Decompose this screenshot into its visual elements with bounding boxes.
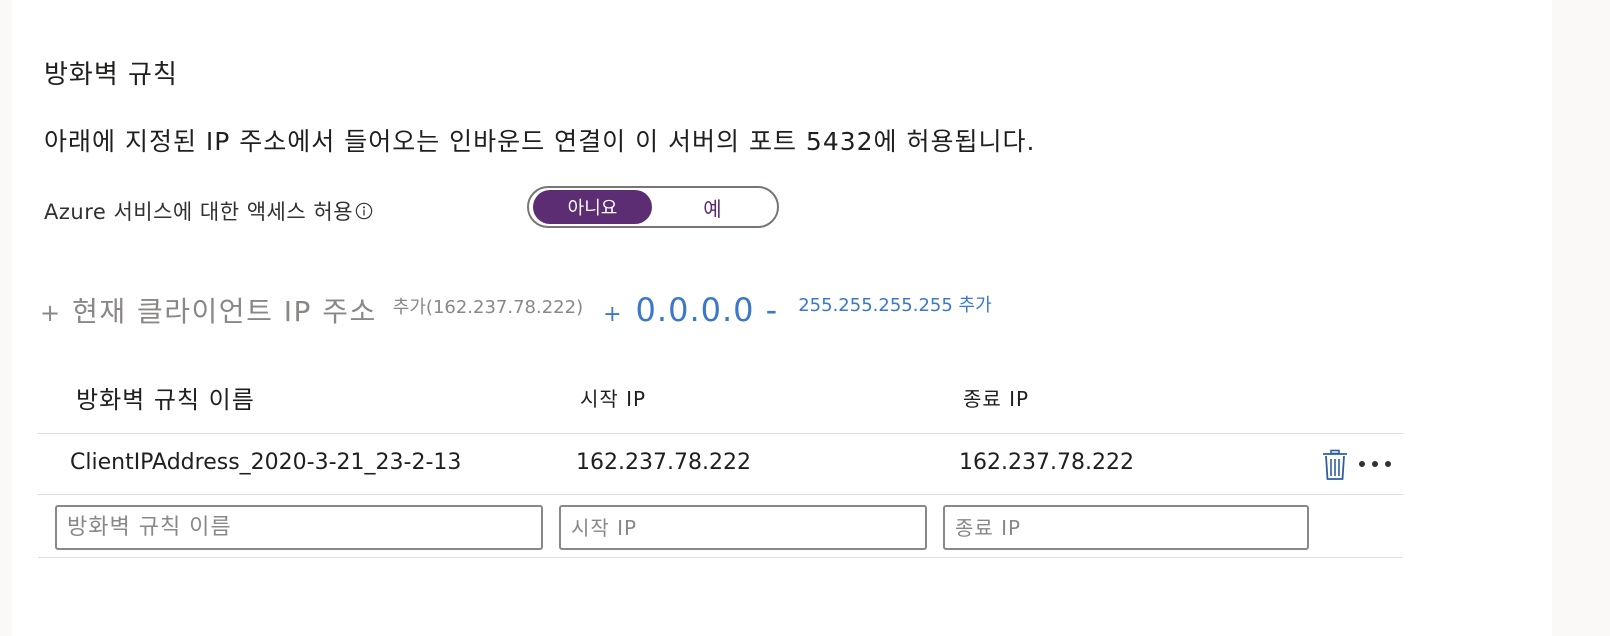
more-options-icon[interactable] (1358, 456, 1392, 472)
table-divider (38, 433, 1403, 434)
table-divider (38, 494, 1403, 495)
firewall-rules-panel: 방화벽 규칙 아래에 지정된 IP 주소에서 들어오는 인바운드 연결이 이 서… (0, 0, 1610, 636)
toggle-option-no[interactable]: 아니요 (533, 190, 653, 224)
toggle-option-yes[interactable]: 예 (652, 190, 773, 224)
table-divider (38, 557, 1403, 558)
column-header-start-ip: 시작 IP (580, 387, 647, 411)
rule-name-cell: ClientIPAddress_2020-3-21_23-2-13 (70, 450, 462, 475)
add-rule-actions: + 현재 클라이언트 IP 주소 추가(162.237.78.222) + 0.… (40, 290, 992, 330)
add-ip-range-sublabel: 255.255.255.255 추가 (798, 295, 992, 316)
column-header-rule-name: 방화벽 규칙 이름 (76, 386, 255, 414)
add-current-client-ip-sublabel: 추가(162.237.78.222) (392, 297, 584, 318)
plus-icon: + (40, 299, 61, 327)
info-icon[interactable] (355, 202, 373, 220)
azure-access-label: Azure 서비스에 대한 액세스 허용 (44, 200, 354, 224)
add-current-client-ip-label: 현재 클라이언트 IP 주소 (72, 295, 377, 328)
plus-icon: + (603, 302, 622, 327)
end-ip-cell: 162.237.78.222 (959, 450, 1134, 475)
add-ip-range-label: 0.0.0.0 - (635, 291, 779, 329)
column-header-end-ip: 종료 IP (963, 387, 1030, 411)
trash-icon[interactable] (1322, 449, 1348, 481)
start-ip-cell: 162.237.78.222 (576, 450, 751, 475)
add-ip-range-button[interactable]: + 0.0.0.0 - 255.255.255.255 추가 (603, 291, 992, 329)
azure-access-toggle[interactable]: 아니요 예 (527, 186, 779, 228)
new-rule-name-input[interactable] (55, 505, 543, 550)
add-current-client-ip-button[interactable]: + 현재 클라이언트 IP 주소 추가(162.237.78.222) (40, 290, 583, 330)
azure-access-label-row: Azure 서비스에 대한 액세스 허용 (44, 196, 373, 226)
new-start-ip-input[interactable] (559, 505, 927, 550)
section-title: 방화벽 규칙 (44, 60, 178, 90)
right-edge-strip (1552, 0, 1610, 636)
left-edge-strip (0, 0, 12, 636)
firewall-description: 아래에 지정된 IP 주소에서 들어오는 인바운드 연결이 이 서버의 포트 5… (44, 127, 1036, 156)
new-end-ip-input[interactable] (943, 505, 1309, 550)
